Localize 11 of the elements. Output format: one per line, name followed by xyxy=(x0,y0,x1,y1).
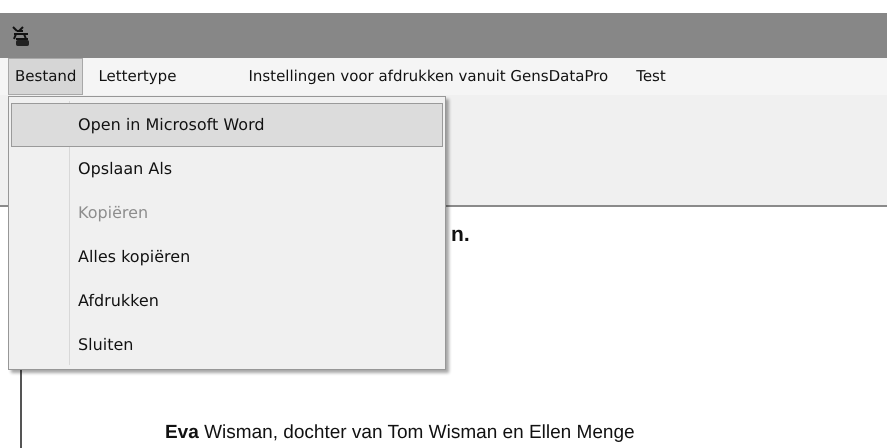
menu-option[interactable]: Open in Microsoft Word xyxy=(11,103,443,147)
menu-option[interactable]: Afdrukken xyxy=(11,279,443,323)
menu-option[interactable]: Opslaan Als xyxy=(11,147,443,191)
document-heading: n. xyxy=(451,222,470,248)
menu-item[interactable]: Lettertype xyxy=(91,58,184,95)
menu-option[interactable]: Sluiten xyxy=(11,323,443,367)
document-paragraph: Eva Wisman, dochter van Tom Wisman en Ellen Menge xyxy=(165,422,635,442)
menu-item[interactable]: Instellingen voor afdrukken vanuit GensDataPro xyxy=(241,58,616,95)
menu-item[interactable]: Test xyxy=(629,58,673,95)
menu-item[interactable]: Bestand xyxy=(8,58,84,95)
menu-option[interactable]: Alles kopiëren xyxy=(11,235,443,279)
